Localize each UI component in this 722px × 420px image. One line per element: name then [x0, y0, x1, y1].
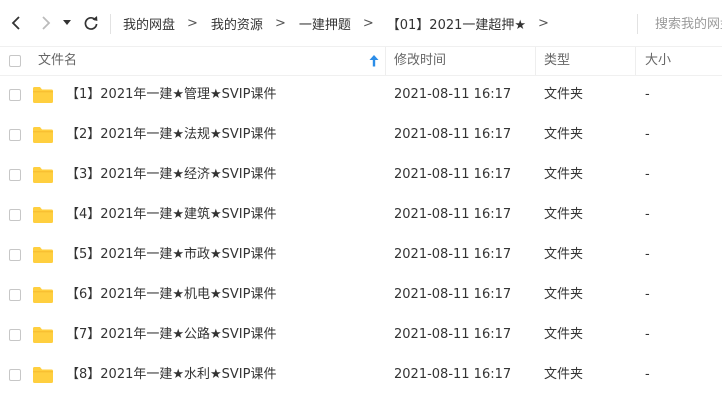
- column-divider[interactable]: [535, 47, 536, 75]
- file-name[interactable]: 【4】2021年一建★建筑★SVIP课件: [66, 195, 276, 235]
- breadcrumb-separator[interactable]: >: [538, 16, 549, 31]
- file-name[interactable]: 【1】2021年一建★管理★SVIP课件: [66, 75, 276, 115]
- file-size: -: [645, 327, 650, 342]
- file-modified: 2021-08-11 16:17: [394, 367, 512, 382]
- column-divider[interactable]: [385, 47, 386, 75]
- folder-icon: [33, 247, 53, 263]
- table-row[interactable]: 【3】2021年一建★经济★SVIP课件 2021-08-11 16:17 文件…: [0, 155, 722, 195]
- breadcrumb-separator: >: [274, 15, 286, 31]
- folder-icon: [33, 167, 53, 183]
- file-size: -: [645, 287, 650, 302]
- file-type: 文件夹: [544, 247, 584, 262]
- chevron-left-icon: [11, 16, 20, 30]
- breadcrumb-item-current-folder[interactable]: 【01】2021一建超押★: [387, 14, 526, 33]
- back-button[interactable]: [6, 12, 26, 34]
- folder-icon: [33, 327, 53, 343]
- select-all-checkbox[interactable]: [9, 55, 21, 67]
- file-size: -: [645, 207, 650, 222]
- file-size: -: [645, 87, 650, 102]
- column-divider[interactable]: [635, 47, 636, 75]
- file-modified: 2021-08-11 16:17: [394, 287, 512, 302]
- file-type: 文件夹: [544, 127, 584, 142]
- forward-button[interactable]: [36, 12, 56, 34]
- row-checkbox[interactable]: [9, 249, 21, 261]
- column-header-type[interactable]: 类型: [544, 47, 570, 75]
- file-type: 文件夹: [544, 87, 584, 102]
- table-row[interactable]: 【6】2021年一建★机电★SVIP课件 2021-08-11 16:17 文件…: [0, 275, 722, 315]
- file-modified: 2021-08-11 16:17: [394, 167, 512, 182]
- toolbar: 我的网盘 > 我的资源 > 一建押题 > 【01】2021一建超押★ >: [0, 0, 722, 46]
- column-header-size[interactable]: 大小: [645, 47, 671, 75]
- file-name[interactable]: 【8】2021年一建★水利★SVIP课件: [66, 355, 276, 395]
- sort-ascending-icon[interactable]: [369, 55, 379, 67]
- row-checkbox[interactable]: [9, 89, 21, 101]
- row-checkbox[interactable]: [9, 209, 21, 221]
- search-input[interactable]: [655, 14, 722, 34]
- caret-down-icon: [63, 20, 71, 25]
- file-modified: 2021-08-11 16:17: [394, 87, 512, 102]
- chevron-right-icon: [42, 16, 51, 30]
- file-type: 文件夹: [544, 367, 584, 382]
- file-type: 文件夹: [544, 207, 584, 222]
- refresh-button[interactable]: [81, 12, 101, 34]
- file-size: -: [645, 247, 650, 262]
- breadcrumb: 我的网盘 > 我的资源 > 一建押题 > 【01】2021一建超押★ >: [123, 0, 562, 46]
- refresh-icon: [84, 16, 98, 30]
- history-dropdown-button[interactable]: [60, 12, 74, 34]
- file-name[interactable]: 【6】2021年一建★机电★SVIP课件: [66, 275, 276, 315]
- file-list: 【1】2021年一建★管理★SVIP课件 2021-08-11 16:17 文件…: [0, 75, 722, 395]
- row-checkbox[interactable]: [9, 329, 21, 341]
- breadcrumb-separator: >: [362, 15, 374, 31]
- file-modified: 2021-08-11 16:17: [394, 127, 512, 142]
- row-checkbox[interactable]: [9, 129, 21, 141]
- column-header-name[interactable]: 文件名: [38, 47, 77, 75]
- table-row[interactable]: 【5】2021年一建★市政★SVIP课件 2021-08-11 16:17 文件…: [0, 235, 722, 275]
- file-type: 文件夹: [544, 287, 584, 302]
- row-checkbox[interactable]: [9, 169, 21, 181]
- file-name[interactable]: 【3】2021年一建★经济★SVIP课件: [66, 155, 276, 195]
- folder-icon: [33, 207, 53, 223]
- column-header-modified[interactable]: 修改时间: [394, 47, 446, 75]
- file-name[interactable]: 【5】2021年一建★市政★SVIP课件: [66, 235, 276, 275]
- file-list-header: 文件名 修改时间 类型 大小: [0, 46, 722, 76]
- file-size: -: [645, 167, 650, 182]
- file-manager-window: 我的网盘 > 我的资源 > 一建押题 > 【01】2021一建超押★ > 文件名…: [0, 0, 722, 420]
- folder-icon: [33, 87, 53, 103]
- file-type: 文件夹: [544, 167, 584, 182]
- row-checkbox[interactable]: [9, 369, 21, 381]
- breadcrumb-item-my-drive[interactable]: 我的网盘: [123, 14, 175, 33]
- toolbar-divider: [110, 14, 111, 34]
- file-size: -: [645, 127, 650, 142]
- table-row[interactable]: 【8】2021年一建★水利★SVIP课件 2021-08-11 16:17 文件…: [0, 355, 722, 395]
- folder-icon: [33, 367, 53, 383]
- file-modified: 2021-08-11 16:17: [394, 207, 512, 222]
- table-row[interactable]: 【1】2021年一建★管理★SVIP课件 2021-08-11 16:17 文件…: [0, 75, 722, 115]
- file-name[interactable]: 【7】2021年一建★公路★SVIP课件: [66, 315, 276, 355]
- folder-icon: [33, 127, 53, 143]
- row-checkbox[interactable]: [9, 289, 21, 301]
- file-modified: 2021-08-11 16:17: [394, 327, 512, 342]
- breadcrumb-item-exam-prediction[interactable]: 一建押题: [299, 14, 351, 33]
- file-name[interactable]: 【2】2021年一建★法规★SVIP课件: [66, 115, 276, 155]
- table-row[interactable]: 【4】2021年一建★建筑★SVIP课件 2021-08-11 16:17 文件…: [0, 195, 722, 235]
- file-size: -: [645, 367, 650, 382]
- file-type: 文件夹: [544, 327, 584, 342]
- search-divider: [637, 14, 638, 34]
- file-modified: 2021-08-11 16:17: [394, 247, 512, 262]
- table-row[interactable]: 【2】2021年一建★法规★SVIP课件 2021-08-11 16:17 文件…: [0, 115, 722, 155]
- breadcrumb-separator: >: [187, 15, 198, 31]
- table-row[interactable]: 【7】2021年一建★公路★SVIP课件 2021-08-11 16:17 文件…: [0, 315, 722, 355]
- folder-icon: [33, 287, 53, 303]
- breadcrumb-item-my-resources[interactable]: 我的资源: [211, 14, 263, 33]
